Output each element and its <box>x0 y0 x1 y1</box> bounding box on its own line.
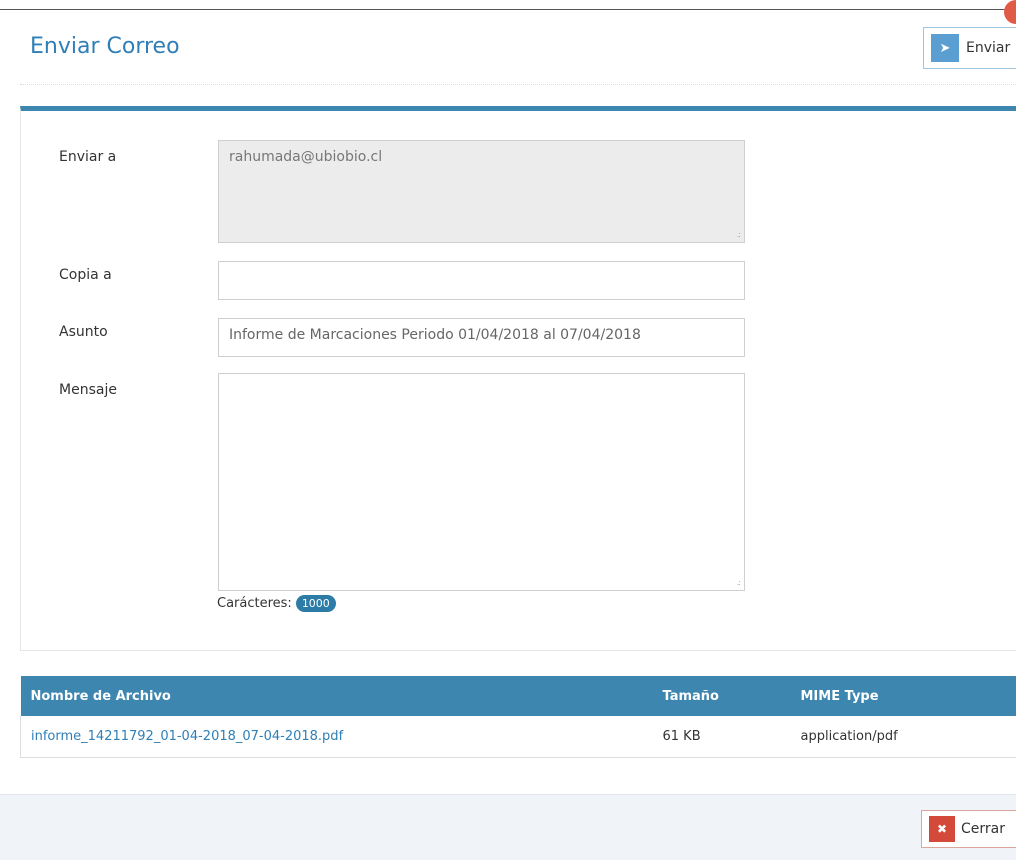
top-divider <box>0 9 1016 10</box>
attachments-table: Nombre de Archivo Tamaño MIME Type infor… <box>20 676 1016 758</box>
to-field[interactable]: rahumada@ubiobio.cl .: <box>218 140 745 243</box>
close-icon: ✖ <box>929 816 955 842</box>
file-size-cell: 61 KB <box>653 716 791 757</box>
char-counter: Carácteres: 1000 <box>217 595 336 612</box>
resize-grip-icon[interactable]: .: <box>737 578 740 587</box>
file-download-link[interactable]: informe_14211792_01-04-2018_07-04-2018.p… <box>31 729 343 744</box>
char-count-badge: 1000 <box>296 595 336 612</box>
column-header-size: Tamaño <box>653 676 791 716</box>
column-header-mime: MIME Type <box>791 676 1016 716</box>
column-header-filename: Nombre de Archivo <box>21 676 653 716</box>
table-row: informe_14211792_01-04-2018_07-04-2018.p… <box>21 716 1016 757</box>
subject-label: Asunto <box>59 324 108 340</box>
subject-value: Informe de Marcaciones Periodo 01/04/201… <box>229 327 641 343</box>
table-header-row: Nombre de Archivo Tamaño MIME Type <box>21 676 1016 716</box>
notification-dot <box>1004 0 1016 24</box>
cc-input[interactable] <box>218 261 745 300</box>
send-button-label: Enviar <box>966 40 1010 56</box>
to-label: Enviar a <box>59 149 116 165</box>
resize-grip-icon[interactable]: .: <box>737 230 740 239</box>
modal-footer: ✖ Cerrar <box>0 794 1016 860</box>
page-title: Enviar Correo <box>30 34 180 59</box>
file-name-cell: informe_14211792_01-04-2018_07-04-2018.p… <box>21 716 653 757</box>
to-value: rahumada@ubiobio.cl <box>229 149 382 165</box>
send-button[interactable]: ➤ Enviar <box>923 27 1016 69</box>
close-button-label: Cerrar <box>961 821 1005 837</box>
message-label: Mensaje <box>59 382 117 398</box>
close-button[interactable]: ✖ Cerrar <box>921 810 1016 848</box>
cc-label: Copia a <box>59 267 112 283</box>
paper-plane-icon: ➤ <box>931 34 959 62</box>
subject-input[interactable]: Informe de Marcaciones Periodo 01/04/201… <box>218 318 745 357</box>
char-counter-label: Carácteres: <box>217 596 292 611</box>
message-textarea[interactable]: .: <box>218 373 745 591</box>
file-mime-cell: application/pdf <box>791 716 1016 757</box>
email-form: Enviar a rahumada@ubiobio.cl .: Copia a … <box>20 106 1016 651</box>
header-divider <box>20 84 1016 85</box>
